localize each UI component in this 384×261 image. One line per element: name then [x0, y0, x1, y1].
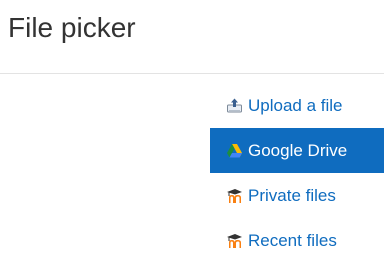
header-divider — [0, 73, 384, 74]
repository-item-upload[interactable]: Upload a file — [210, 83, 384, 128]
dialog-title: File picker — [8, 12, 136, 43]
moodle-icon — [226, 187, 243, 204]
repository-item-label: Private files — [248, 185, 336, 205]
moodle-icon — [226, 232, 243, 249]
file-picker-dialog: File picker Upload a file Google Drive P… — [0, 0, 384, 261]
repository-item-label: Upload a file — [248, 95, 343, 115]
repository-item-private-files[interactable]: Private files — [210, 173, 384, 218]
repository-item-label: Recent files — [248, 230, 337, 250]
repository-item-google-drive[interactable]: Google Drive — [210, 128, 384, 173]
upload-icon — [226, 97, 243, 114]
google-drive-icon — [226, 142, 243, 159]
repository-item-recent-files[interactable]: Recent files — [210, 218, 384, 261]
repository-item-label: Google Drive — [248, 140, 348, 160]
repository-list: Upload a file Google Drive Private files… — [210, 83, 384, 261]
